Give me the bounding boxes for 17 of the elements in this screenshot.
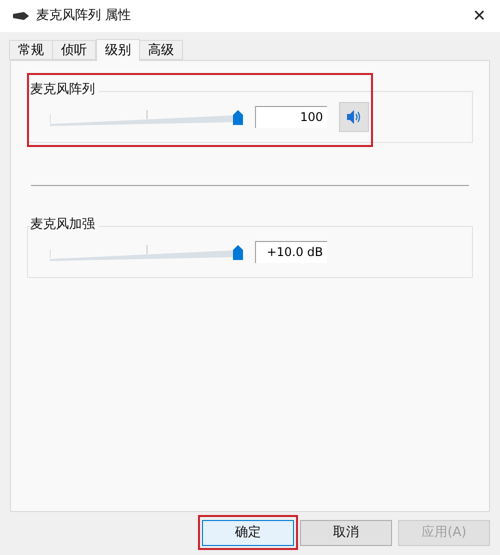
speaker-button[interactable] <box>339 102 369 132</box>
group-label: 麦克风加强 <box>30 217 99 233</box>
microphone-icon <box>12 11 30 21</box>
tab[interactable]: 常规 <box>9 40 53 60</box>
tab[interactable]: 级别 <box>96 39 140 61</box>
window-title: 麦克风阵列 属性 <box>36 7 132 26</box>
dialog-button[interactable]: 确定 <box>202 520 294 546</box>
slider-thumb[interactable] <box>233 245 243 260</box>
slider-thumb[interactable] <box>233 110 243 125</box>
dialog-button[interactable]: 取消 <box>300 520 392 546</box>
tab[interactable]: 高级 <box>139 40 183 60</box>
tab[interactable]: 侦听 <box>52 40 96 60</box>
value-field[interactable]: +10.0 dB <box>255 241 327 263</box>
group-label: 麦克风阵列 <box>30 82 99 98</box>
close-button[interactable]: ✕ <box>472 8 486 24</box>
speaker-icon <box>345 109 363 125</box>
value-field[interactable]: 100 <box>255 106 327 128</box>
